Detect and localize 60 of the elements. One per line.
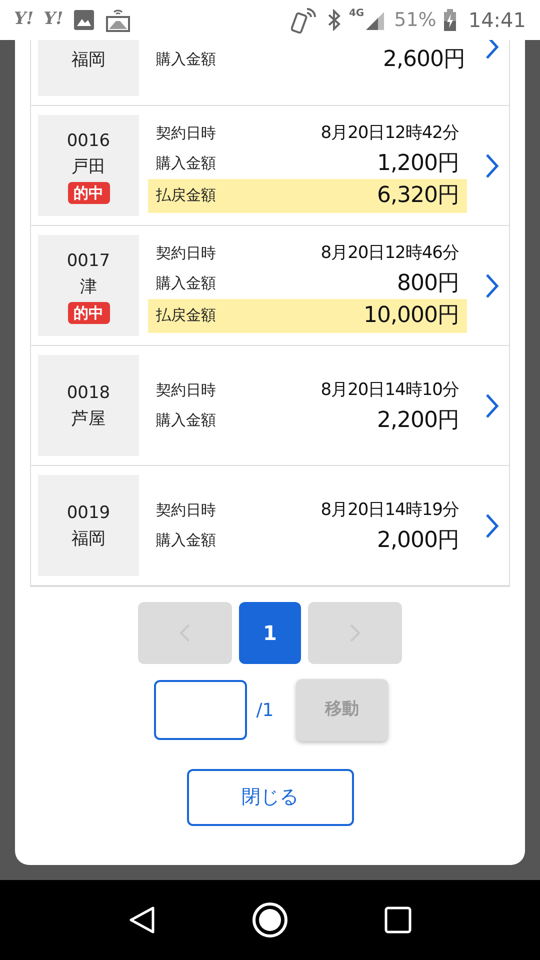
venue-name: 芦屋 [72,408,106,430]
contract-number: 0019 [66,502,110,524]
contract-number: 0017 [66,250,110,272]
chevron-right-icon [485,40,499,60]
field-value: 1,200円 [377,150,459,178]
contract-number: 0016 [66,130,110,152]
field-label: 契約日時 [156,380,216,402]
field-value: 2,000円 [377,527,459,555]
field-label: 購入金額 [156,48,216,70]
close-button[interactable]: 閉じる [186,769,354,826]
field-value: 2,600円 [383,46,465,74]
field-value: 8月20日14時10分 [320,378,459,402]
venue-name: 福岡 [72,49,106,72]
clock: 14:41 [468,7,526,34]
page-total: /1 [256,698,274,722]
contract-card[interactable]: 福岡 購入金額 2,600円 [31,40,509,106]
field-value: 6,320円 [377,182,459,210]
page-button[interactable]: 1 [239,602,301,664]
contract-card[interactable]: 0018 芦屋 契約日時 8月20日14時10分 購入金額 2,200円 [31,346,509,466]
home-button[interactable] [250,901,289,939]
field-label: 払戻金額 [156,185,216,206]
field-label: 購入金額 [156,153,216,174]
field-value: 800円 [397,270,459,298]
chevron-right-icon [485,512,499,538]
tv-icon [105,7,132,33]
contract-number: 0018 [66,382,110,404]
battery-icon [444,9,456,31]
field-label: 契約日時 [156,243,216,264]
field-label: 契約日時 [156,123,216,144]
hit-badge: 的中 [68,302,110,324]
notification-logo: Y! [44,8,64,32]
field-label: 払戻金額 [156,305,216,326]
notification-logo: Y! [14,8,34,32]
image-icon [73,9,96,31]
venue-name: 戸田 [72,156,106,178]
field-value: 2,200円 [377,407,459,435]
field-value: 10,000円 [364,302,459,330]
bluetooth-icon [326,9,341,31]
chevron-right-icon [485,152,499,178]
network-type: 4G [348,9,364,19]
field-label: 購入金額 [156,273,216,294]
venue-name: 津 [80,276,97,298]
page-number-field[interactable] [154,680,248,740]
contract-card[interactable]: 0019 福岡 契約日時 8月20日14時19分 購入金額 2,000円 [31,466,509,586]
venue-name: 福岡 [72,528,106,550]
battery-percent: 51% [394,8,436,33]
field-label: 購入金額 [156,410,216,432]
field-value: 8月20日14時19分 [320,498,459,522]
recent-apps-button[interactable] [384,906,412,934]
field-label: 契約日時 [156,500,216,522]
chevron-right-icon [485,392,499,418]
contract-card[interactable]: 0016 戸田 的中 契約日時 8月20日12時42分 購入金額 1,200円 払戻金額 6,320円 [31,106,509,226]
contract-card[interactable]: 0017 津 的中 契約日時 8月20日12時46分 購入金額 800円 払戻金額 10,000円 [31,226,509,346]
field-value: 8月20日12時42分 [320,122,459,145]
hit-badge: 的中 [68,182,110,204]
nfc-phone-icon [290,5,319,35]
field-label: 購入金額 [156,530,216,552]
field-value: 8月20日12時46分 [320,242,459,265]
back-button[interactable] [128,905,156,935]
chevron-right-icon [485,272,499,298]
